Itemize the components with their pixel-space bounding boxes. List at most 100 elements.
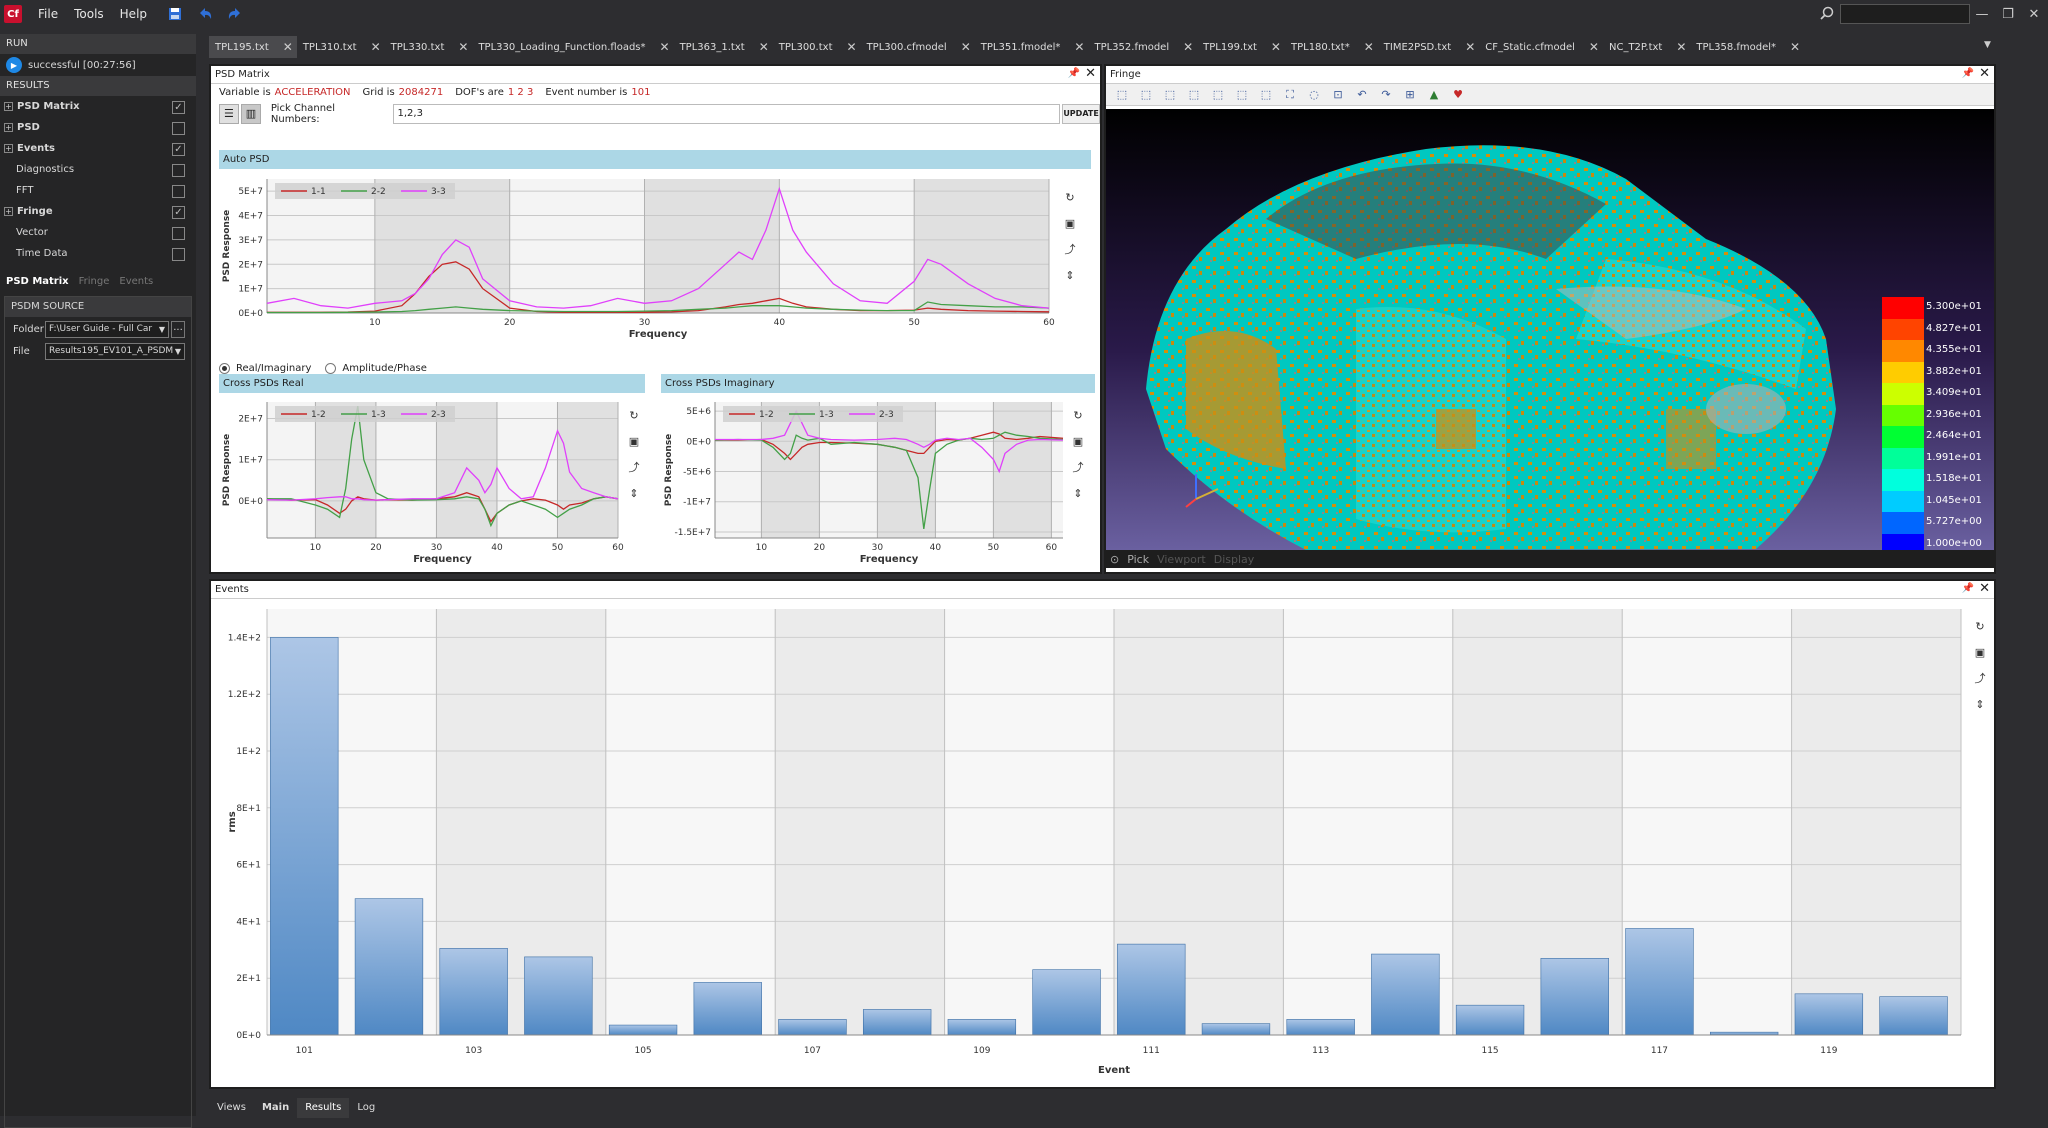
zoom-icon[interactable]: ⊡ <box>1328 86 1348 104</box>
results-checkbox[interactable]: ✓ <box>172 101 185 114</box>
close-tab-icon[interactable]: ✕ <box>1465 40 1475 54</box>
results-checkbox[interactable] <box>172 227 185 240</box>
menu-help[interactable]: Help <box>112 7 155 21</box>
close-tab-icon[interactable]: ✕ <box>847 40 857 54</box>
file-tab[interactable]: TPL300.cfmodel ✕ <box>861 36 975 58</box>
close-tab-icon[interactable]: ✕ <box>1364 40 1374 54</box>
close-tab-icon[interactable]: ✕ <box>1183 40 1193 54</box>
file-tab[interactable]: TPL330.txt ✕ <box>385 36 473 58</box>
menu-file[interactable]: File <box>30 7 66 21</box>
close-tab-icon[interactable]: ✕ <box>1074 40 1084 54</box>
refresh-icon[interactable]: ↻ <box>1972 617 1988 635</box>
file-tab[interactable]: TPL195.txt ✕ <box>209 36 297 58</box>
file-tab[interactable]: TPL363_1.txt ✕ <box>674 36 773 58</box>
pick-channels-input[interactable]: 1,2,3 <box>392 104 1061 124</box>
results-item[interactable]: Vector <box>0 222 196 243</box>
results-item[interactable]: + Fringe ✓ <box>0 201 196 222</box>
axis-icon[interactable]: ▲ <box>1424 86 1444 104</box>
results-item[interactable]: + PSD Matrix ✓ <box>0 96 196 117</box>
folder-select[interactable]: F:\User Guide - Full Car ▼ <box>45 320 169 338</box>
undo-icon[interactable] <box>195 4 215 24</box>
camera-icon[interactable]: ▣ <box>1972 643 1988 661</box>
camera-icon[interactable]: ▣ <box>1070 432 1086 450</box>
bar-event-120[interactable] <box>1879 996 1948 1036</box>
fringe-viewport[interactable]: 5.300e+01 4.827e+01 4.355e+01 3.882e+01 3.40… <box>1106 109 1994 550</box>
close-tab-icon[interactable]: ✕ <box>283 40 293 54</box>
bar-event-119[interactable] <box>1794 993 1864 1036</box>
export-icon[interactable]: ⤴ <box>626 458 642 476</box>
bar-event-102[interactable] <box>354 898 424 1036</box>
bar-event-101[interactable] <box>270 637 339 1036</box>
close-window-button[interactable]: ✕ <box>2022 2 2046 26</box>
file-tab[interactable]: TPL330_Loading_Function.floads* ✕ <box>472 36 673 58</box>
refresh-icon[interactable]: ↻ <box>1070 406 1086 424</box>
file-select[interactable]: Results195_EV101_A_PSDM ▼ <box>45 342 185 360</box>
bar-event-113[interactable] <box>1286 1019 1355 1036</box>
bar-event-109[interactable] <box>947 1019 1017 1036</box>
tab-overflow-icon[interactable]: ▼ <box>1984 40 1991 50</box>
results-checkbox[interactable]: ✓ <box>172 143 185 156</box>
view-left-icon[interactable]: ⬚ <box>1184 86 1204 104</box>
footer-pick[interactable]: Pick <box>1127 553 1149 566</box>
close-icon[interactable]: ✕ <box>1085 66 1096 81</box>
grid-icon[interactable]: ⊞ <box>1400 86 1420 104</box>
tab-events[interactable]: Events <box>119 276 153 287</box>
tab-views[interactable]: Views <box>209 1098 254 1118</box>
file-tab[interactable]: TPL199.txt ✕ <box>1197 36 1285 58</box>
export-icon[interactable]: ⤴ <box>1972 669 1988 687</box>
list-view-icon[interactable]: ☰ <box>219 104 239 124</box>
bar-event-107[interactable] <box>778 1019 847 1036</box>
save-icon[interactable] <box>165 4 185 24</box>
view-back-icon[interactable]: ⬚ <box>1160 86 1180 104</box>
camera-icon[interactable]: ▣ <box>1062 214 1078 232</box>
close-tab-icon[interactable]: ✕ <box>1271 40 1281 54</box>
close-tab-icon[interactable]: ✕ <box>961 40 971 54</box>
pin-icon[interactable]: 📌 <box>1068 68 1080 79</box>
file-tab[interactable]: CF_Static.cfmodel ✕ <box>1479 36 1603 58</box>
close-tab-icon[interactable]: ✕ <box>371 40 381 54</box>
palette-icon[interactable]: ♥ <box>1448 86 1468 104</box>
results-item[interactable]: Diagnostics <box>0 159 196 180</box>
close-icon[interactable]: ✕ <box>1979 581 1990 596</box>
bar-event-105[interactable] <box>608 1024 678 1036</box>
file-tab[interactable]: NC_T2P.txt ✕ <box>1603 36 1690 58</box>
close-tab-icon[interactable]: ✕ <box>1790 40 1800 54</box>
browse-button[interactable]: ... <box>171 320 185 338</box>
redo-view-icon[interactable]: ↷ <box>1376 86 1396 104</box>
bar-event-115[interactable] <box>1455 1004 1525 1036</box>
fit-icon[interactable]: ⇕ <box>626 484 642 502</box>
bar-event-111[interactable] <box>1117 943 1186 1036</box>
undo-view-icon[interactable]: ↶ <box>1352 86 1372 104</box>
bar-event-114[interactable] <box>1371 953 1440 1036</box>
search-input[interactable] <box>1840 4 1970 24</box>
minimize-button[interactable]: — <box>1970 2 1994 26</box>
bar-event-104[interactable] <box>524 956 593 1036</box>
expand-icon[interactable]: + <box>4 102 13 111</box>
chart-view-icon[interactable]: ▥ <box>240 104 261 124</box>
results-checkbox[interactable]: ✓ <box>172 206 185 219</box>
close-tab-icon[interactable]: ✕ <box>660 40 670 54</box>
close-tab-icon[interactable]: ✕ <box>458 40 468 54</box>
restore-button[interactable]: ❐ <box>1996 2 2020 26</box>
expand-icon[interactable]: + <box>4 144 13 153</box>
results-item[interactable]: + Events ✓ <box>0 138 196 159</box>
close-tab-icon[interactable]: ✕ <box>1589 40 1599 54</box>
tab-main[interactable]: Main <box>254 1098 297 1118</box>
file-tab[interactable]: TPL352.fmodel ✕ <box>1088 36 1197 58</box>
results-checkbox[interactable] <box>172 164 185 177</box>
footer-viewport[interactable]: Viewport <box>1157 553 1206 566</box>
results-item[interactable]: FFT <box>0 180 196 201</box>
bar-event-103[interactable] <box>439 948 508 1036</box>
export-icon[interactable]: ⤴ <box>1062 240 1078 258</box>
footer-display[interactable]: Display <box>1214 553 1255 566</box>
close-tab-icon[interactable]: ✕ <box>759 40 769 54</box>
view-top-icon[interactable]: ⬚ <box>1232 86 1252 104</box>
results-checkbox[interactable] <box>172 248 185 261</box>
tab-log[interactable]: Log <box>349 1098 383 1118</box>
file-tab[interactable]: TIME2PSD.txt ✕ <box>1378 36 1479 58</box>
radio-amp-phase[interactable] <box>325 363 337 374</box>
fit-icon[interactable]: ⇕ <box>1062 266 1078 284</box>
close-icon[interactable]: ✕ <box>1979 66 1990 81</box>
results-checkbox[interactable] <box>172 185 185 198</box>
bar-event-117[interactable] <box>1625 928 1694 1036</box>
